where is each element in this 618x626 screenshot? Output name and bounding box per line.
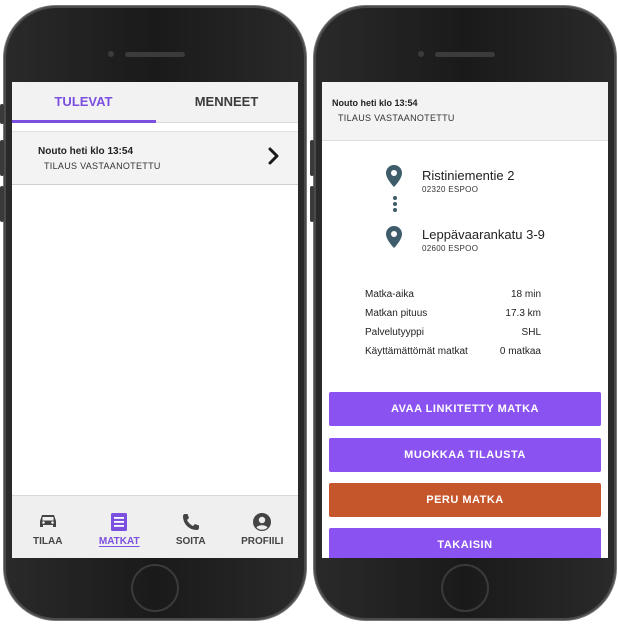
trip-pickup-time: Nouto heti klo 13:54	[38, 146, 134, 157]
nav-call[interactable]: SOITA	[155, 496, 227, 558]
tab-upcoming[interactable]: TULEVAT	[12, 82, 155, 122]
chevron-right-icon	[268, 147, 279, 165]
info-value: SHL	[521, 327, 541, 338]
info-label: Matka-aika	[365, 289, 414, 300]
earpiece-speaker	[435, 52, 495, 57]
trips-screen: TULEVAT MENNEET Nouto heti klo 13:54 TIL…	[12, 82, 298, 558]
volume-up-button	[310, 140, 314, 176]
mute-switch	[0, 104, 4, 124]
back-button[interactable]: TAKAISIN	[329, 528, 601, 558]
active-tab-indicator	[12, 120, 156, 123]
info-value: 17.3 km	[505, 308, 541, 319]
user-icon	[253, 513, 272, 531]
trip-status: TILAUS VASTAANOTETTU	[44, 161, 161, 171]
nav-profile-label: PROFIILI	[241, 536, 284, 547]
info-row-service-type: Palvelutyyppi SHL	[365, 327, 541, 346]
edit-order-button[interactable]: MUOKKAA TILAUSTA	[329, 438, 601, 472]
phone-frame-right: Nouto heti klo 13:54 TILAUS VASTAANOTETT…	[310, 6, 616, 620]
trip-detail-header: Nouto heti klo 13:54 TILAUS VASTAANOTETT…	[322, 82, 608, 141]
nav-profile[interactable]: PROFIILI	[227, 496, 299, 558]
info-label: Matkan pituus	[365, 308, 428, 319]
phone-frame-left: TULEVAT MENNEET Nouto heti klo 13:54 TIL…	[0, 6, 306, 620]
car-icon	[39, 515, 56, 527]
trip-info-list: Matka-aika 18 min Matkan pituus 17.3 km …	[365, 289, 541, 365]
front-camera	[108, 51, 114, 57]
nav-call-label: SOITA	[175, 536, 206, 547]
phone-icon	[182, 514, 199, 530]
location-pin-icon	[386, 165, 402, 187]
bottom-navigation: TILAA MATKAT SOITA PROFIILI	[12, 495, 298, 558]
pickup-street: Ristiniementie 2	[422, 168, 515, 183]
trip-list-item[interactable]: Nouto heti klo 13:54 TILAUS VASTAANOTETT…	[12, 131, 298, 185]
info-row-unused-trips: Käyttämättömät matkat 0 matkaa	[365, 346, 541, 365]
nav-order-label: TILAA	[33, 536, 63, 547]
info-label: Palvelutyyppi	[365, 327, 424, 338]
home-button[interactable]	[131, 564, 179, 612]
list-icon	[111, 513, 128, 531]
dropoff-street: Leppävaarankatu 3-9	[422, 227, 545, 242]
trip-status: TILAUS VASTAANOTETTU	[338, 113, 455, 123]
trip-pickup-time: Nouto heti klo 13:54	[332, 98, 418, 108]
front-camera	[418, 51, 424, 57]
info-value: 0 matkaa	[499, 346, 541, 357]
trip-tabs: TULEVAT MENNEET	[12, 82, 298, 123]
pickup-postal: 02320 ESPOO	[422, 185, 479, 194]
info-row-distance: Matkan pituus 17.3 km	[365, 308, 541, 327]
earpiece-speaker	[125, 52, 185, 57]
volume-down-button	[0, 186, 4, 222]
route-dots	[393, 196, 397, 214]
cancel-trip-button[interactable]: PERU MATKA	[329, 483, 601, 517]
nav-order[interactable]: TILAA	[12, 496, 84, 558]
trip-detail-screen: Nouto heti klo 13:54 TILAUS VASTAANOTETT…	[322, 82, 608, 558]
info-row-duration: Matka-aika 18 min	[365, 289, 541, 308]
open-linked-trip-button[interactable]: AVAA LINKITETTY MATKA	[329, 392, 601, 426]
location-pin-icon	[386, 226, 402, 248]
info-label: Käyttämättömät matkat	[365, 346, 468, 357]
volume-up-button	[0, 140, 4, 176]
dropoff-postal: 02600 ESPOO	[422, 244, 479, 253]
home-button[interactable]	[441, 564, 489, 612]
nav-trips-label: MATKAT	[98, 536, 140, 547]
nav-trips[interactable]: MATKAT	[84, 496, 156, 558]
info-value: 18 min	[510, 289, 541, 300]
tab-past[interactable]: MENNEET	[155, 82, 298, 122]
volume-down-button	[310, 186, 314, 222]
